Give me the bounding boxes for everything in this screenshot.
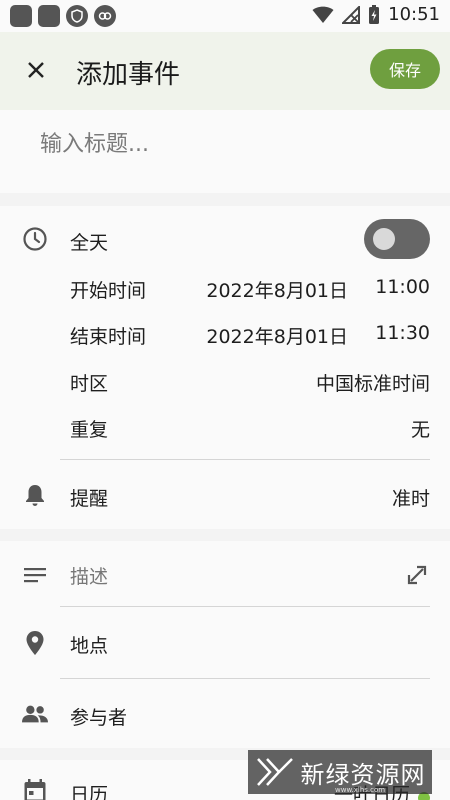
details-section: 描述 地点 参与者	[0, 541, 450, 748]
reminder-label: 提醒	[70, 488, 109, 510]
page-title: 添加事件	[76, 60, 181, 90]
app-notification-icon	[10, 5, 32, 27]
repeat-value: 无	[410, 419, 430, 441]
reminder-value: 准时	[391, 488, 430, 510]
battery-charging-icon	[369, 4, 380, 24]
notification-icons	[10, 5, 116, 27]
end-time-value[interactable]: 11:30	[375, 322, 430, 344]
divider	[60, 606, 430, 607]
watermark-url: www.xlhs.com	[335, 786, 386, 794]
end-time-label: 结束时间	[70, 326, 147, 348]
status-bar: 10:51	[0, 0, 450, 32]
clock-icon	[22, 226, 48, 252]
calendar-label: 日历	[70, 784, 109, 800]
timezone-value: 中国标准时间	[315, 373, 430, 395]
calendar-icon	[22, 778, 48, 800]
shield-icon	[66, 5, 88, 27]
start-date-value[interactable]: 2022年8月01日	[206, 276, 348, 303]
system-icons: 10:51	[312, 4, 440, 25]
location-pin-icon	[22, 630, 48, 656]
signal-off-icon	[342, 5, 361, 24]
toggle-knob	[373, 228, 395, 250]
notes-icon	[22, 562, 48, 588]
close-icon	[28, 62, 44, 78]
event-title-input[interactable]	[40, 132, 420, 157]
divider	[60, 678, 430, 679]
repeat-label: 重复	[70, 419, 109, 441]
wifi-icon	[312, 6, 334, 23]
app-notification-icon	[38, 5, 60, 27]
attendees-label: 参与者	[70, 707, 128, 729]
watermark-text: 新绿资源网	[300, 760, 426, 789]
watermark-logo	[256, 758, 293, 786]
link-icon	[94, 5, 116, 27]
time-section: 全天 开始时间 2022年8月01日 11:00 结束时间 2022年8月01日…	[0, 206, 450, 529]
bell-icon	[22, 482, 48, 508]
start-time-label: 开始时间	[70, 280, 147, 302]
close-button[interactable]	[18, 52, 54, 88]
people-icon	[22, 701, 48, 727]
end-date-value[interactable]: 2022年8月01日	[206, 322, 348, 349]
save-button[interactable]: 保存	[370, 49, 440, 89]
start-time-value[interactable]: 11:00	[375, 276, 430, 298]
description-input[interactable]: 描述	[70, 562, 108, 589]
expand-icon[interactable]	[404, 562, 430, 588]
location-label: 地点	[70, 635, 109, 657]
timezone-label: 时区	[70, 373, 109, 395]
all-day-label: 全天	[70, 232, 109, 254]
divider	[60, 459, 430, 460]
title-section	[0, 110, 450, 193]
all-day-toggle[interactable]	[364, 219, 430, 259]
clock: 10:51	[388, 4, 440, 25]
app-bar: 添加事件 保存	[0, 32, 450, 110]
